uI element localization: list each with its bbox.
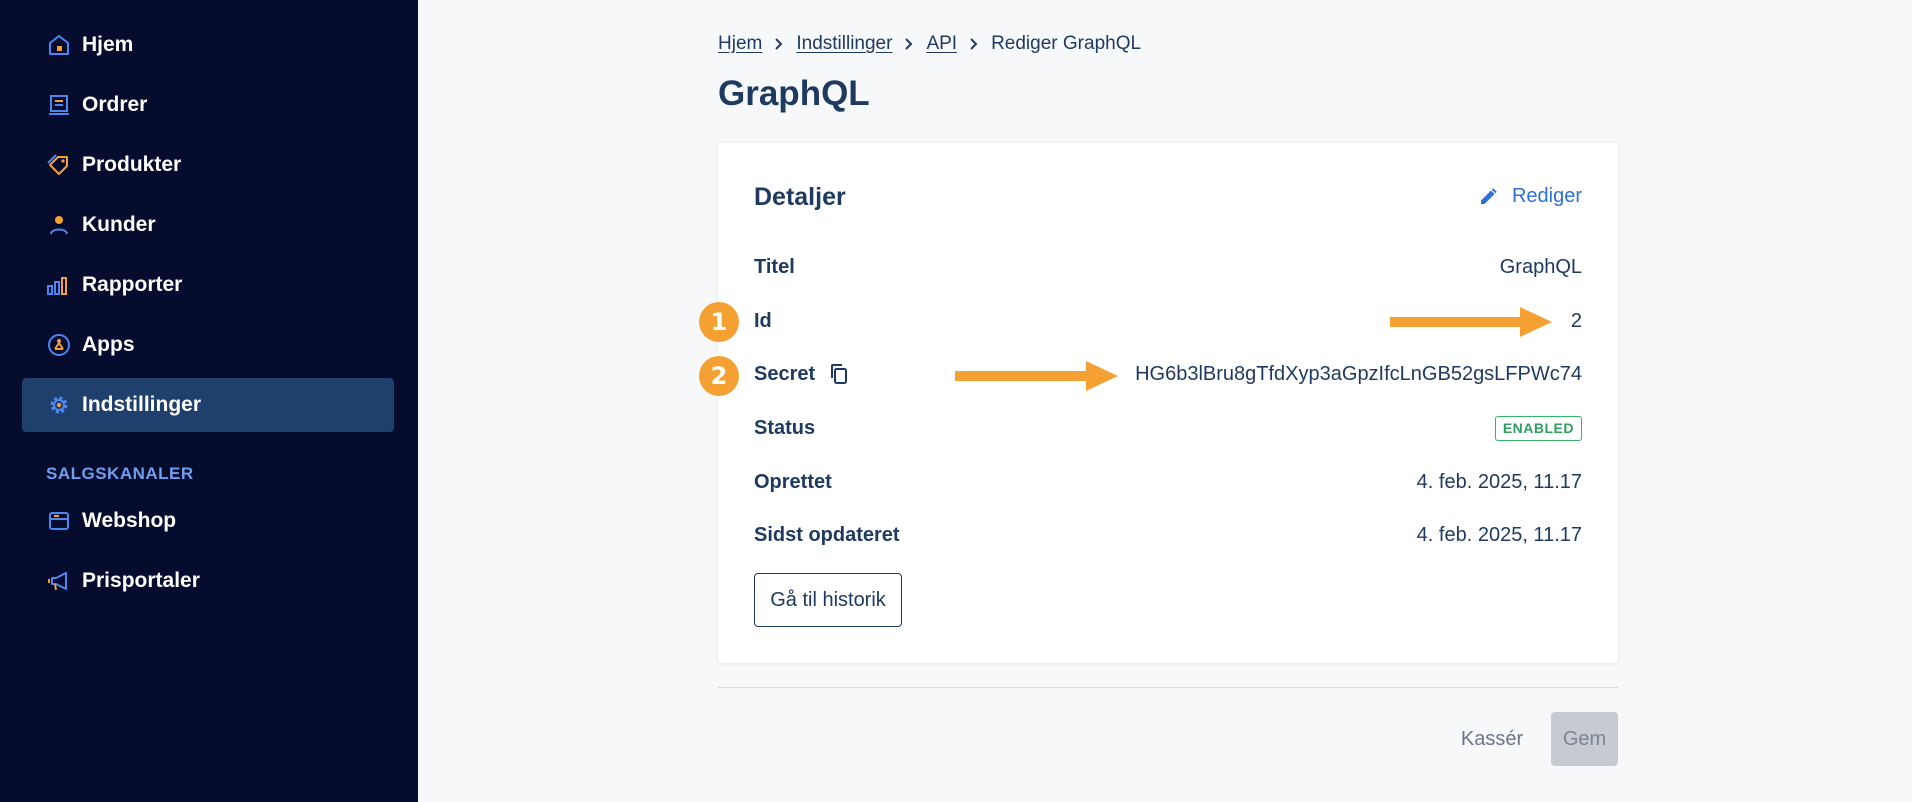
detail-key: Oprettet — [754, 471, 832, 493]
sales-channels-heading: SALGSKANALER — [46, 464, 194, 483]
details-card: Detaljer Rediger Titel GraphQL Id 2 Secr… — [718, 143, 1618, 663]
detail-key: Status — [754, 417, 816, 439]
chevron-right-icon — [762, 37, 796, 51]
orders-icon — [46, 92, 72, 118]
detail-value: GraphQL — [1499, 256, 1582, 278]
pencil-icon — [1480, 187, 1497, 204]
edit-button[interactable]: Rediger — [1478, 185, 1582, 208]
sidebar-item-label: Indstillinger — [82, 393, 202, 416]
detail-value: 4. feb. 2025, 11.17 — [1416, 471, 1582, 493]
breadcrumb-hjem[interactable]: Hjem — [718, 33, 762, 55]
breadcrumb: Hjem Indstillinger API Rediger GraphQL — [718, 32, 1141, 56]
sidebar-item-ordrer[interactable]: Ordrer — [22, 78, 394, 132]
annotation-marker-1: 1 — [699, 302, 739, 342]
detail-row-secret: Secret HG6b3lBru8gTfdXyp3aGpzIfcLnGB52gs… — [754, 360, 1582, 390]
detail-key: Id — [754, 310, 772, 332]
secret-value: HG6b3lBru8gTfdXyp3aGpzIfcLnGB52gsLFPWc74 — [1135, 363, 1582, 385]
storefront-icon — [46, 508, 72, 534]
sidebar-item-label: Apps — [82, 333, 135, 356]
details-title: Detaljer — [754, 183, 846, 211]
sidebar-item-apps[interactable]: Apps — [22, 318, 394, 372]
sidebar-item-indstillinger[interactable]: Indstillinger — [22, 378, 394, 432]
status-badge: ENABLED — [1494, 416, 1582, 441]
detail-row-updated: Sidst opdateret 4. feb. 2025, 11.17 — [754, 521, 1582, 551]
megaphone-icon — [46, 568, 72, 594]
gear-icon — [46, 392, 72, 418]
breadcrumb-indstillinger[interactable]: Indstillinger — [796, 33, 892, 55]
tag-icon — [46, 152, 72, 178]
sidebar-item-kunder[interactable]: Kunder — [22, 198, 394, 252]
sidebar: Hjem Ordrer Produkter Kunder Rapporter A… — [0, 0, 418, 802]
edit-label: Rediger — [1511, 185, 1582, 207]
detail-value: 4. feb. 2025, 11.17 — [1416, 524, 1582, 546]
breadcrumb-current: Rediger GraphQL — [991, 33, 1142, 54]
sidebar-item-label: Webshop — [82, 509, 177, 532]
detail-row-title: Titel GraphQL — [754, 253, 1582, 283]
sidebar-item-label: Produkter — [82, 153, 182, 176]
sidebar-item-label: Rapporter — [82, 273, 183, 296]
bar-chart-icon — [46, 272, 72, 298]
detail-key: Sidst opdateret — [754, 524, 900, 546]
breadcrumb-api[interactable]: API — [926, 33, 957, 55]
sidebar-item-produkter[interactable]: Produkter — [22, 138, 394, 192]
sidebar-item-rapporter[interactable]: Rapporter — [22, 258, 394, 312]
footer-divider — [718, 687, 1618, 688]
sidebar-item-label: Prisportaler — [82, 569, 200, 592]
detail-value: 2 — [1570, 310, 1582, 332]
sidebar-item-label: Kunder — [82, 213, 156, 236]
sidebar-item-hjem[interactable]: Hjem — [22, 18, 394, 72]
save-button[interactable]: Gem — [1551, 712, 1618, 766]
sidebar-item-prisportaler[interactable]: Prisportaler — [22, 554, 394, 608]
detail-row-status: Status ENABLED — [754, 414, 1582, 444]
annotation-marker-2: 2 — [699, 356, 739, 396]
home-icon — [46, 32, 72, 58]
copy-icon[interactable] — [828, 362, 850, 386]
chevron-right-icon — [892, 37, 926, 51]
user-icon — [46, 212, 72, 238]
detail-key: Titel — [754, 256, 795, 278]
page-title: GraphQL — [718, 74, 870, 113]
sidebar-item-webshop[interactable]: Webshop — [22, 494, 394, 548]
detail-key: Secret — [754, 363, 816, 385]
discard-button[interactable]: Kassér — [1452, 712, 1532, 766]
sidebar-item-label: Ordrer — [82, 93, 148, 116]
apps-icon — [46, 332, 72, 358]
annotation-arrow-id — [1390, 307, 1552, 337]
detail-row-created: Oprettet 4. feb. 2025, 11.17 — [754, 468, 1582, 498]
sidebar-item-label: Hjem — [82, 33, 134, 56]
annotation-arrow-secret — [955, 361, 1118, 391]
history-button[interactable]: Gå til historik — [754, 573, 902, 627]
chevron-right-icon — [957, 37, 991, 51]
